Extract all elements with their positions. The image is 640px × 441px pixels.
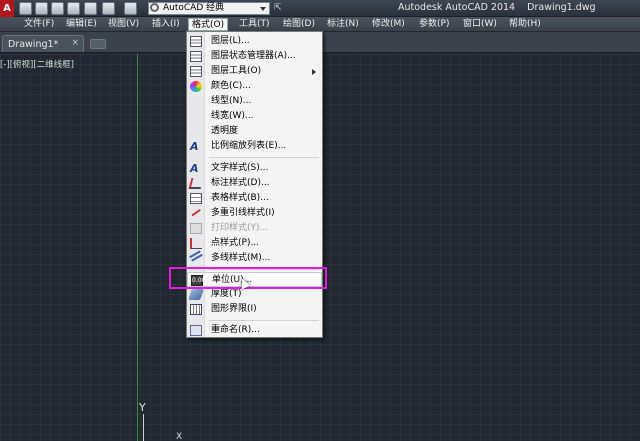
close-icon[interactable]: × [71, 38, 79, 48]
window-title: Autodesk AutoCAD 2014 Drawing1.dwg [398, 2, 596, 13]
menu-item-label: 图层工具(O) [211, 66, 262, 76]
new-tab-icon[interactable] [90, 39, 106, 49]
save-as-icon[interactable] [67, 2, 80, 15]
quick-access-more-icon[interactable]: ⇱ [274, 3, 282, 13]
ucs-y-label: Y [139, 401, 146, 414]
layer-tools-icon [190, 66, 202, 77]
menu-edit[interactable]: 编辑(E) [63, 18, 100, 31]
gear-icon [150, 3, 159, 12]
menu-dimension[interactable]: 标注(N) [324, 18, 362, 31]
chevron-down-icon [260, 7, 266, 11]
autocad-logo-icon[interactable]: A [0, 0, 14, 17]
y-axis-line [137, 54, 138, 441]
menu-separator [209, 320, 319, 321]
menu-item-label: 图形界限(I) [211, 304, 257, 314]
menu-item-label: 多线样式(M)... [211, 253, 271, 263]
menu-item-label: 厚度(T) [211, 289, 242, 299]
menu-insert[interactable]: 插入(I) [149, 18, 183, 31]
menu-item-color[interactable]: 颜色(C)... [187, 79, 322, 94]
menu-item-point-style[interactable]: 点样式(P)... [187, 236, 322, 251]
tab-label: Drawing1* [8, 39, 59, 50]
dim-style-icon [188, 178, 204, 189]
save-icon[interactable] [51, 2, 64, 15]
menu-item-dim-style[interactable]: 标注样式(D)... [187, 176, 322, 191]
submenu-arrow-icon [312, 69, 316, 75]
menu-item-text-style[interactable]: A 文字样式(S)... [187, 161, 322, 176]
menu-tools[interactable]: 工具(T) [236, 18, 273, 31]
open-icon[interactable] [35, 2, 48, 15]
menu-item-label: 重命名(R)... [211, 325, 260, 335]
menu-item-label: 多重引线样式(I) [211, 208, 275, 218]
menu-item-label: 图层状态管理器(A)... [211, 51, 296, 61]
tab-drawing1[interactable]: Drawing1* × [2, 35, 84, 52]
menu-item-scale-list[interactable]: A 比例缩放列表(E)... [187, 139, 322, 154]
plot-style-icon [190, 223, 202, 234]
menu-item-label: 线宽(W)... [211, 111, 254, 121]
undo-icon[interactable] [102, 2, 115, 15]
menu-item-lineweight[interactable]: 线宽(W)... [187, 109, 322, 124]
format-menu-dropdown: 图层(L)... 图层状态管理器(A)... 图层工具(O) 颜色(C)... … [186, 31, 323, 338]
menu-item-rename[interactable]: 重命名(R)... [187, 323, 322, 338]
menu-item-label: 透明度 [211, 126, 239, 136]
menu-draw[interactable]: 绘图(D) [280, 18, 318, 31]
menu-parametric[interactable]: 参数(P) [416, 18, 452, 31]
viewport-controls-label[interactable]: [-][俯视][二维线框] [0, 58, 74, 70]
menu-item-mleader-style[interactable]: 多重引线样式(I) [187, 205, 322, 221]
menu-item-mline-style[interactable]: 多线样式(M)... [187, 250, 322, 266]
workspace-dropdown[interactable]: AutoCAD 经典 [148, 2, 270, 15]
menu-item-thickness[interactable]: 厚度(T) [187, 287, 322, 302]
layer-icon [190, 36, 202, 47]
menu-item-label: 标注样式(D)... [211, 178, 270, 188]
workspace-label: AutoCAD 经典 [163, 3, 225, 13]
menu-item-plot-style: 打印样式(Y)... [187, 221, 322, 236]
menu-item-layer-tools[interactable]: 图层工具(O) [187, 64, 322, 79]
mline-style-icon [189, 250, 203, 262]
menu-item-label: 比例缩放列表(E)... [211, 141, 287, 151]
menu-item-label: 打印样式(Y)... [211, 223, 269, 233]
title-bar: A AutoCAD 经典 ⇱ Autodesk AutoCAD 2014 Dra… [0, 0, 640, 17]
menu-bar: 文件(F) 编辑(E) 视图(V) 插入(I) 格式(O) 工具(T) 绘图(D… [0, 17, 640, 32]
menu-item-layer[interactable]: 图层(L)... [187, 34, 322, 49]
color-icon [190, 81, 202, 92]
plot-icon[interactable] [84, 2, 97, 15]
limits-icon [190, 304, 202, 315]
menu-item-label: 表格样式(B)... [211, 193, 269, 203]
menu-view[interactable]: 视图(V) [105, 18, 142, 31]
menu-item-layer-state-manager[interactable]: 图层状态管理器(A)... [187, 49, 322, 64]
ucs-y-line [143, 414, 144, 441]
menu-item-label: 点样式(P)... [211, 238, 260, 248]
thickness-icon [187, 289, 205, 300]
rename-icon [190, 325, 202, 336]
mleader-style-icon [189, 205, 201, 217]
menu-item-table-style[interactable]: 表格样式(B)... [187, 191, 322, 206]
menu-item-label: 图层(L)... [211, 36, 250, 46]
menu-item-drawing-limits[interactable]: 图形界限(I) [187, 302, 322, 317]
menu-format[interactable]: 格式(O) [188, 18, 229, 31]
table-style-icon [190, 193, 202, 204]
menu-modify[interactable]: 修改(M) [369, 18, 408, 31]
menu-item-label: 颜色(C)... [211, 81, 251, 91]
text-style-icon: A [190, 162, 199, 175]
layer-state-icon [190, 51, 202, 62]
menu-item-transparency[interactable]: 透明度 [187, 124, 322, 139]
autocad-window: A AutoCAD 经典 ⇱ Autodesk AutoCAD 2014 Dra… [0, 0, 640, 441]
menu-window[interactable]: 窗口(W) [460, 18, 500, 31]
menu-item-label: 线型(N)... [211, 96, 252, 106]
ucs-x-label: X [176, 432, 183, 441]
redo-icon[interactable] [124, 2, 137, 15]
menu-item-label: 文字样式(S)... [211, 163, 269, 173]
new-icon[interactable] [19, 2, 32, 15]
menu-separator [209, 157, 319, 158]
menu-help[interactable]: 帮助(H) [506, 18, 544, 31]
point-style-icon [190, 238, 202, 249]
scale-list-icon: A [190, 140, 199, 153]
menu-item-linetype[interactable]: 线型(N)... [187, 94, 322, 109]
menu-file[interactable]: 文件(F) [21, 18, 57, 31]
